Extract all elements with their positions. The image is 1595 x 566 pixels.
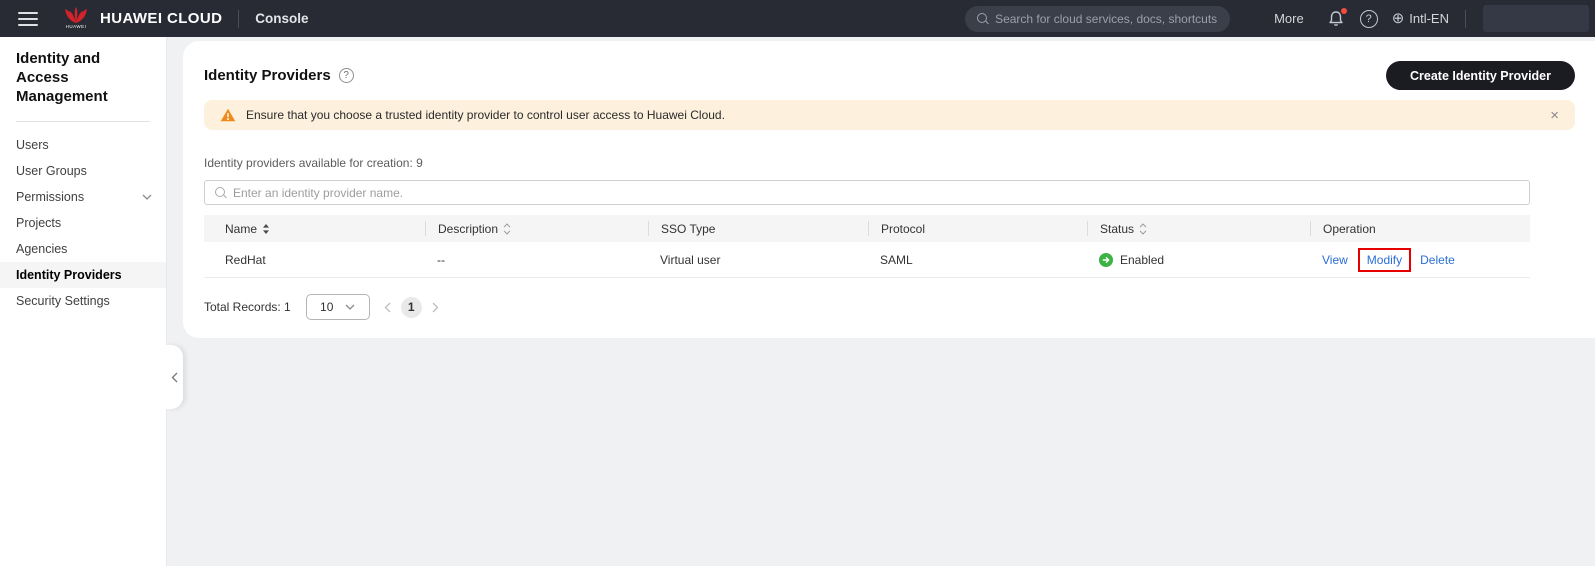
chevron-down-icon [345, 304, 355, 310]
idp-table: Name Description SSO Type Protocol Statu… [204, 215, 1530, 278]
account-area[interactable] [1483, 5, 1589, 32]
sidebar-item-identity-providers[interactable]: Identity Providers [0, 262, 166, 289]
column-label: Name [225, 221, 258, 236]
page-size-select[interactable]: 10 [305, 294, 370, 320]
sort-icon[interactable] [503, 222, 511, 235]
language-selector[interactable]: ⊕ Intl-EN [1392, 11, 1449, 26]
cell-description: -- [437, 252, 445, 267]
column-label: SSO Type [661, 221, 716, 236]
sidebar-item-label: Projects [16, 216, 62, 231]
column-header-sso-type: SSO Type [648, 221, 868, 236]
menu-hamburger-icon[interactable] [18, 11, 38, 26]
page-header: Identity Providers ? Create Identity Pro… [204, 61, 1575, 90]
modify-highlight-box: Modify [1357, 247, 1412, 272]
next-page-button[interactable] [432, 302, 439, 313]
cell-status: Enabled [1087, 252, 1310, 267]
delete-link[interactable]: Delete [1420, 253, 1455, 267]
huawei-logo-text: HUAWEI [65, 24, 87, 30]
page-number-1[interactable]: 1 [400, 296, 422, 318]
sidebar-divider [16, 121, 150, 123]
cell-sso-type: Virtual user [660, 252, 721, 267]
pagination-bar: Total Records: 1 10 1 [204, 294, 1575, 320]
topbar: HUAWEI HUAWEI CLOUD Console More ? ⊕ Int… [0, 0, 1595, 37]
column-label: Operation [1323, 221, 1376, 236]
idp-search-input[interactable] [233, 185, 1519, 200]
notification-badge [1340, 8, 1347, 14]
sidebar-item-user-groups[interactable]: User Groups [0, 158, 166, 184]
global-search[interactable] [965, 5, 1231, 32]
search-icon [977, 13, 988, 24]
table-row: RedHat -- Virtual user SAML Enabled View… [204, 242, 1530, 278]
search-icon [215, 187, 226, 198]
sidebar-item-label: Identity Providers [16, 268, 122, 283]
column-label: Protocol [881, 221, 926, 236]
warning-banner-text: Ensure that you choose a trusted identit… [246, 108, 725, 122]
chevron-left-icon [384, 302, 391, 312]
globe-icon: ⊕ [1391, 10, 1405, 27]
brand-title: HUAWEI CLOUD [100, 10, 223, 27]
sidebar-item-label: Agencies [16, 242, 68, 257]
sidebar-item-security-settings[interactable]: Security Settings [0, 288, 166, 314]
cell-protocol: SAML [880, 252, 913, 267]
create-identity-provider-button[interactable]: Create Identity Provider [1385, 61, 1575, 90]
sidebar-item-label: Users [16, 138, 49, 153]
column-header-operation: Operation [1310, 221, 1530, 236]
sidebar-item-projects[interactable]: Projects [0, 210, 166, 236]
column-header-status[interactable]: Status [1087, 221, 1310, 236]
page-title: Identity Providers [204, 67, 331, 84]
sort-icon[interactable] [1139, 222, 1147, 235]
sidebar-item-agencies[interactable]: Agencies [0, 236, 166, 262]
status-enabled-icon [1099, 252, 1113, 267]
view-link[interactable]: View [1322, 253, 1348, 267]
sidebar-title: Identity and Access Management [16, 50, 108, 105]
sidebar-item-label: Permissions [16, 190, 85, 205]
global-search-input[interactable] [995, 11, 1219, 26]
console-link[interactable]: Console [255, 11, 308, 26]
cell-operations: View Modify Delete [1310, 247, 1530, 272]
sidebar-item-label: Security Settings [16, 294, 110, 309]
locale-label: Intl-EN [1409, 11, 1449, 26]
column-label: Status [1100, 221, 1135, 236]
status-badge: Enabled [1120, 252, 1165, 267]
column-header-name[interactable]: Name [204, 221, 425, 236]
cell-name: RedHat [225, 252, 266, 267]
huawei-logo[interactable]: HUAWEI [64, 7, 88, 30]
huawei-flower-icon [65, 7, 87, 24]
page-help-icon[interactable]: ? [338, 68, 354, 83]
chevron-down-icon [142, 194, 152, 201]
topbar-divider-2 [1465, 9, 1466, 28]
notifications-bell-icon[interactable] [1328, 8, 1347, 27]
help-question-icon[interactable]: ? [1359, 9, 1378, 28]
chevron-right-icon [432, 302, 439, 312]
sidebar-item-label: User Groups [16, 164, 87, 179]
prev-page-button[interactable] [384, 302, 391, 313]
page-size-value: 10 [320, 300, 334, 314]
column-header-description[interactable]: Description [425, 221, 648, 236]
sidebar-item-permissions[interactable]: Permissions [0, 184, 166, 210]
column-header-protocol: Protocol [868, 221, 1087, 236]
sort-icon[interactable] [262, 223, 270, 235]
more-menu[interactable]: More [1274, 11, 1304, 26]
available-count-label: Identity providers available for creatio… [204, 156, 423, 170]
column-label: Description [438, 221, 499, 236]
modify-link[interactable]: Modify [1367, 253, 1402, 267]
table-header: Name Description SSO Type Protocol Statu… [204, 215, 1530, 242]
sidebar-item-users[interactable]: Users [0, 132, 166, 158]
warning-banner: Ensure that you choose a trusted identit… [204, 100, 1575, 130]
content-panel: Identity Providers ? Create Identity Pro… [183, 41, 1595, 338]
sidebar-collapse-handle[interactable] [166, 345, 183, 409]
idp-search-box[interactable] [204, 180, 1530, 205]
total-records-label: Total Records: 1 [204, 300, 291, 314]
close-icon[interactable]: × [1550, 108, 1559, 123]
topbar-divider [238, 9, 240, 28]
warning-triangle-icon [220, 108, 236, 122]
sidebar: Identity and Access Management Users Use… [0, 37, 167, 566]
chevron-left-icon [171, 372, 178, 382]
